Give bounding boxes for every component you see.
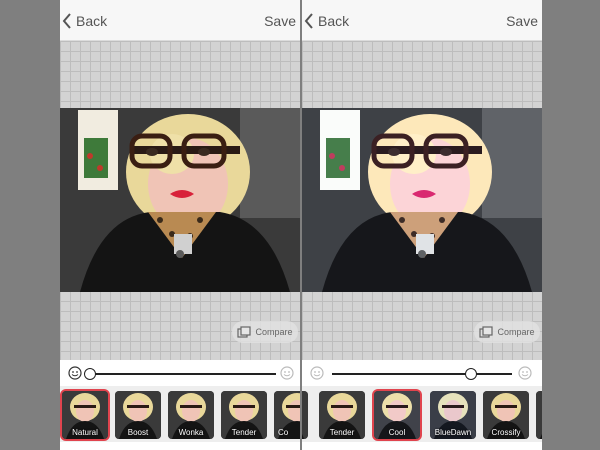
thumb-photo bbox=[536, 391, 542, 439]
compare-icon bbox=[479, 326, 494, 338]
intensity-slider[interactable] bbox=[60, 360, 300, 386]
filter-thumb[interactable]: Tender bbox=[221, 391, 267, 439]
filter-label: Tender bbox=[231, 428, 257, 437]
back-button[interactable]: Back bbox=[304, 11, 349, 31]
chevron-left-icon bbox=[62, 13, 71, 29]
filter-thumb[interactable]: Boost bbox=[115, 391, 161, 439]
compare-label: Compare bbox=[497, 327, 535, 337]
smile-icon bbox=[280, 366, 294, 380]
photo-canvas: Compare bbox=[302, 41, 542, 360]
slider-track[interactable] bbox=[332, 373, 512, 375]
slider-knob[interactable] bbox=[84, 368, 96, 380]
photo-preview bbox=[60, 108, 300, 292]
filter-label: BlueDawn bbox=[434, 428, 472, 437]
filter-label: Cool bbox=[388, 428, 406, 437]
filter-thumb[interactable]: Crossify bbox=[483, 391, 529, 439]
compare-icon bbox=[237, 326, 252, 338]
filter-label: Co bbox=[278, 428, 289, 437]
filter-thumb[interactable]: Co bbox=[274, 391, 300, 439]
filter-thumb[interactable]: BlueDawn bbox=[430, 391, 476, 439]
intensity-slider[interactable] bbox=[302, 360, 542, 386]
thumb-photo bbox=[302, 391, 308, 439]
filter-thumb[interactable]: Tender bbox=[319, 391, 365, 439]
compare-button[interactable]: Compare bbox=[474, 321, 540, 343]
nav-bar: Back Save bbox=[60, 0, 300, 41]
save-button[interactable]: Save bbox=[264, 13, 296, 29]
smile-icon bbox=[518, 366, 532, 380]
filter-strip: Natural Boost Wonka Tender Co bbox=[60, 386, 300, 442]
filter-thumb[interactable]: Natural bbox=[62, 391, 108, 439]
compare-button[interactable]: Compare bbox=[232, 321, 298, 343]
filter-thumb[interactable]: Cool bbox=[374, 391, 420, 439]
filter-label: Natural bbox=[72, 428, 98, 437]
photo-canvas: Compare bbox=[60, 41, 300, 360]
filter-label: Crossify bbox=[491, 428, 521, 437]
filter-thumb[interactable]: Wonka bbox=[168, 391, 214, 439]
filter-thumb[interactable] bbox=[536, 391, 542, 439]
filter-strip: Tender Cool BlueDawn Crossify bbox=[302, 386, 542, 442]
smile-icon bbox=[68, 366, 82, 380]
chevron-left-icon bbox=[304, 13, 313, 29]
compare-label: Compare bbox=[255, 327, 293, 337]
smile-icon bbox=[310, 366, 324, 380]
filter-label: Wonka bbox=[178, 428, 204, 437]
filter-label: Boost bbox=[127, 428, 149, 437]
save-button[interactable]: Save bbox=[506, 13, 538, 29]
back-label: Back bbox=[76, 13, 108, 29]
editor-screen-left: Back Save Compare Natural Boost Wonka Te… bbox=[60, 0, 300, 450]
editor-screen-right: Back Save Compare Tender Cool BlueDawn C… bbox=[302, 0, 542, 450]
nav-bar: Back Save bbox=[302, 0, 542, 41]
slider-knob[interactable] bbox=[464, 368, 477, 380]
back-button[interactable]: Back bbox=[62, 11, 107, 31]
back-label: Back bbox=[318, 13, 350, 29]
photo-preview bbox=[302, 108, 542, 292]
filter-thumb[interactable] bbox=[302, 391, 308, 439]
filter-label: Tender bbox=[329, 428, 355, 437]
slider-track[interactable] bbox=[90, 373, 276, 375]
